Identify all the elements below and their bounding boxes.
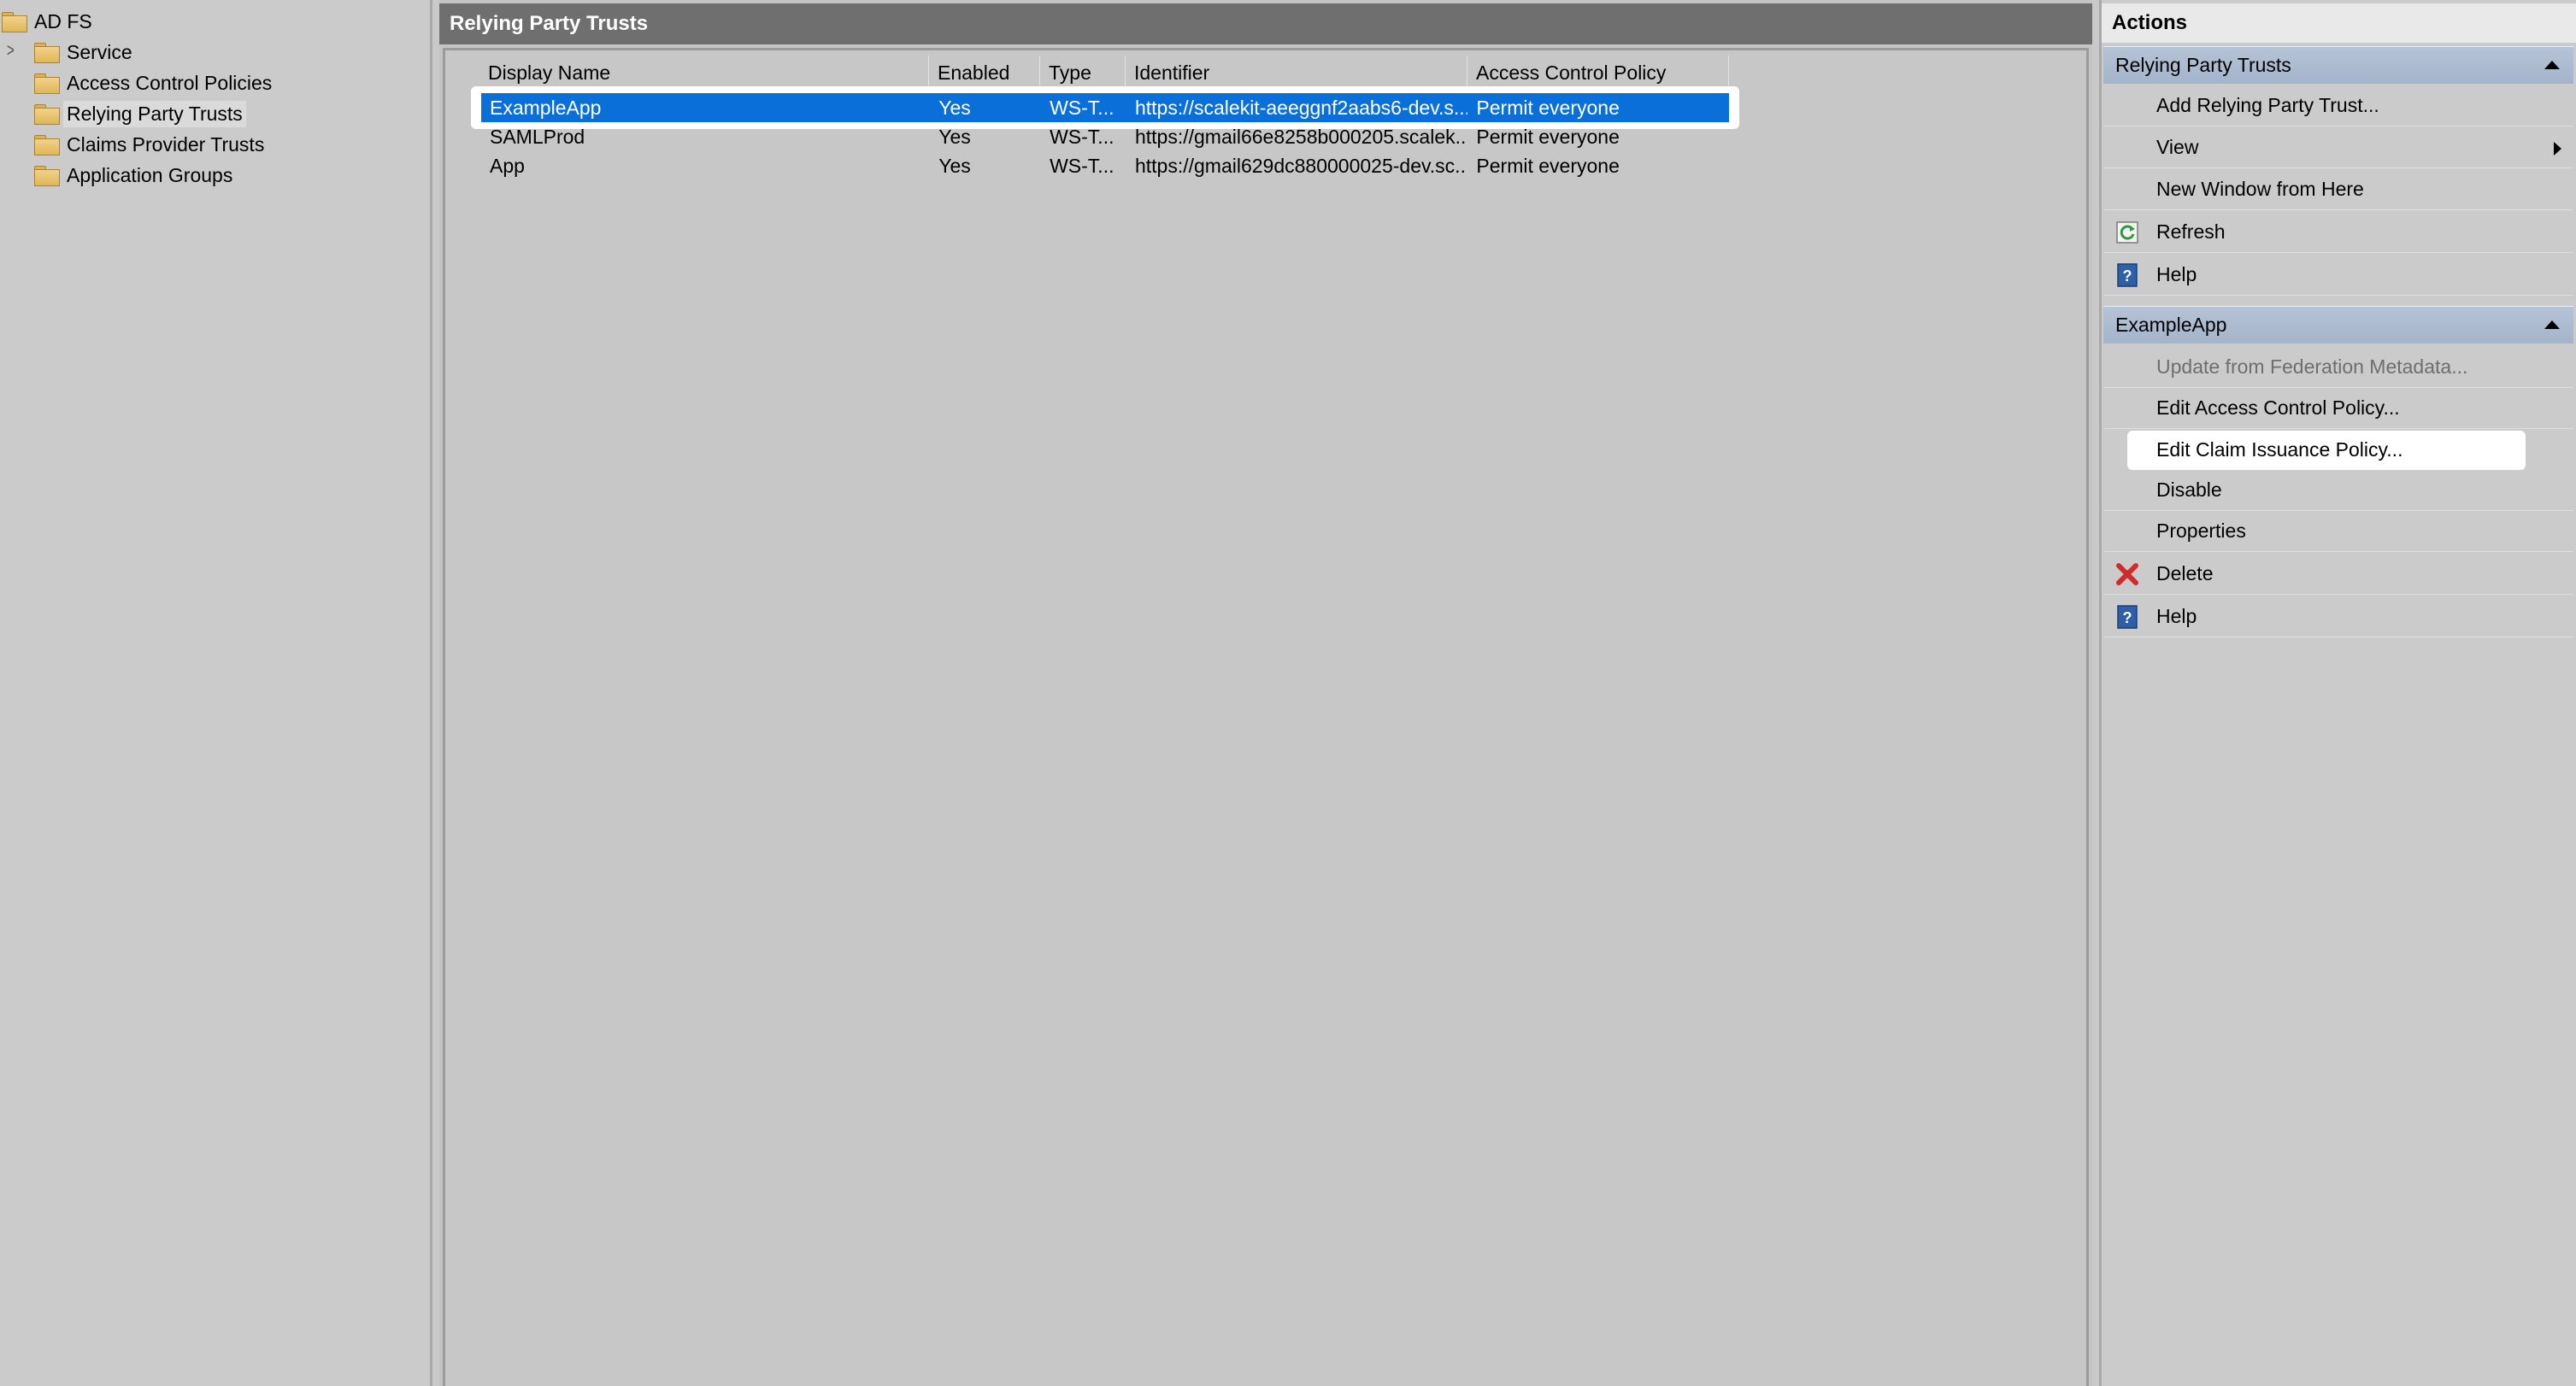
action-add-relying-party-trust[interactable]: Add Relying Party Trust...	[2103, 85, 2573, 126]
cell-display-name: SAMLProd	[490, 125, 585, 148]
tree-node-label: Claims Provider Trusts	[67, 132, 265, 156]
submenu-arrow-icon	[2554, 142, 2561, 156]
cell-type: WS-T...	[1050, 125, 1115, 148]
action-update-from-federation-metadata[interactable]: Update from Federation Metadata...	[2103, 347, 2573, 388]
cell-enabled: Yes	[938, 96, 971, 119]
cell-policy: Permit everyone	[1476, 154, 1620, 177]
action-help[interactable]: ? Help	[2103, 255, 2573, 296]
action-label: New Window from Here	[2156, 178, 2364, 200]
tree-node-application-groups[interactable]: Application Groups	[34, 161, 232, 190]
cell-identifier: https://gmail629dc880000025-dev.sc...	[1134, 154, 1468, 177]
refresh-icon	[2116, 221, 2138, 244]
section-header-exampleapp[interactable]: ExampleApp	[2103, 306, 2573, 344]
actions-pane: Actions Relying Party Trusts Add Relying…	[2099, 0, 2576, 1386]
section-header-label: ExampleApp	[2115, 314, 2227, 336]
tree-node-label: Service	[67, 40, 132, 63]
folder-icon	[34, 135, 60, 156]
table-row-app[interactable]: App Yes WS-T... https://gmail629dc880000…	[481, 151, 1729, 180]
section-header-label: Relying Party Trusts	[2115, 54, 2291, 76]
action-disable[interactable]: Disable	[2103, 470, 2573, 511]
column-header-display-name[interactable]: Display Name	[479, 56, 929, 90]
expand-arrow-icon[interactable]: >	[7, 39, 15, 62]
action-label: Update from Federation Metadata...	[2156, 355, 2468, 378]
action-new-window-from-here[interactable]: New Window from Here	[2103, 169, 2573, 210]
tree-node-service[interactable]: Service	[34, 38, 132, 67]
folder-icon	[2, 12, 27, 32]
cell-enabled: Yes	[938, 154, 971, 177]
tree-node-relying-party-trusts[interactable]: Relying Party Trusts	[34, 99, 246, 128]
cell-type: WS-T...	[1050, 96, 1115, 119]
center-pane-title: Relying Party Trusts	[439, 3, 2092, 44]
action-edit-claim-issuance-policy[interactable]: Edit Claim Issuance Policy...	[2103, 429, 2573, 470]
action-delete[interactable]: Delete	[2103, 554, 2573, 595]
tree-node-label: Relying Party Trusts	[63, 100, 246, 127]
action-label: Properties	[2156, 520, 2246, 542]
actions-title: Actions	[2102, 3, 2576, 43]
action-label: Disable	[2156, 479, 2222, 501]
action-view[interactable]: View	[2103, 127, 2573, 168]
cell-display-name: App	[490, 154, 525, 177]
cell-display-name: ExampleApp	[490, 96, 602, 119]
column-headers: Display Name Enabled Type Identifier Acc…	[479, 56, 1729, 90]
action-label: Edit Claim Issuance Policy...	[2156, 438, 2403, 461]
action-properties[interactable]: Properties	[2103, 511, 2573, 552]
column-header-enabled[interactable]: Enabled	[929, 56, 1040, 90]
navigation-tree-pane: AD FS > Service Access Control Policies …	[0, 0, 432, 1386]
folder-icon	[34, 73, 60, 94]
relying-party-list[interactable]: Display Name Enabled Type Identifier Acc…	[443, 48, 2089, 1386]
section-header-relying-party-trusts[interactable]: Relying Party Trusts	[2103, 46, 2573, 84]
action-label: Delete	[2156, 562, 2214, 584]
tree-node-ad-fs[interactable]: AD FS	[2, 7, 92, 36]
cell-identifier: https://gmail66e8258b000205.scalek...	[1134, 125, 1468, 148]
cell-enabled: Yes	[938, 125, 971, 148]
cell-identifier: https://scalekit-aeeggnf2aabs6-dev.s...	[1134, 96, 1468, 119]
tree-node-label: AD FS	[34, 9, 92, 32]
table-row-exampleapp[interactable]: ExampleApp Yes WS-T... https://scalekit-…	[481, 93, 1729, 122]
action-label: Help	[2156, 263, 2197, 285]
action-label: Add Relying Party Trust...	[2156, 94, 2379, 116]
svg-text:?: ?	[2123, 267, 2132, 285]
collapse-arrow-icon[interactable]	[2544, 61, 2560, 69]
tree-node-access-control-policies[interactable]: Access Control Policies	[34, 68, 272, 97]
tree-node-label: Application Groups	[67, 163, 233, 186]
folder-icon	[34, 43, 60, 63]
column-header-identifier[interactable]: Identifier	[1126, 56, 1467, 90]
tree-node-label: Access Control Policies	[67, 71, 273, 94]
folder-icon	[34, 104, 60, 125]
tree-node-claims-provider-trusts[interactable]: Claims Provider Trusts	[34, 130, 264, 159]
table-row-samlprod[interactable]: SAMLProd Yes WS-T... https://gmail66e825…	[481, 122, 1729, 151]
center-pane: Relying Party Trusts Display Name Enable…	[439, 0, 2092, 1386]
cell-policy: Permit everyone	[1476, 125, 1620, 148]
column-header-type[interactable]: Type	[1040, 56, 1126, 90]
action-label: Refresh	[2156, 220, 2226, 243]
cell-policy: Permit everyone	[1476, 96, 1620, 119]
folder-icon	[34, 166, 60, 186]
action-label: Edit Access Control Policy...	[2156, 396, 2400, 419]
delete-icon	[2116, 563, 2138, 585]
action-label: View	[2156, 136, 2199, 158]
help-icon: ?	[2117, 263, 2138, 287]
cell-type: WS-T...	[1050, 154, 1115, 177]
action-refresh[interactable]: Refresh	[2103, 212, 2573, 253]
action-label: Help	[2156, 605, 2197, 627]
help-icon: ?	[2117, 605, 2138, 629]
column-header-access-control-policy[interactable]: Access Control Policy	[1467, 56, 1729, 90]
collapse-arrow-icon[interactable]	[2544, 320, 2560, 329]
action-edit-access-control-policy[interactable]: Edit Access Control Policy...	[2103, 388, 2573, 429]
action-help-exampleapp[interactable]: ? Help	[2103, 596, 2573, 637]
svg-text:?: ?	[2123, 609, 2132, 626]
